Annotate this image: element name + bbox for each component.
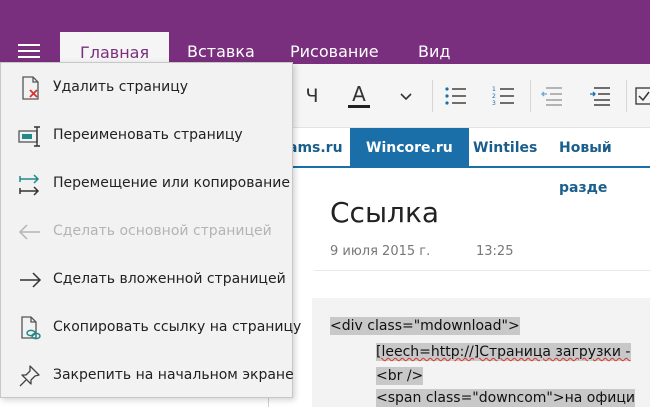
arrow-right-icon <box>17 267 43 293</box>
font-color-dropdown[interactable] <box>394 80 418 112</box>
svg-text:1: 1 <box>492 86 496 93</box>
underline-glyph: Ч <box>305 85 319 107</box>
increase-indent-button[interactable] <box>586 80 614 112</box>
page-title[interactable]: Ссылка <box>330 196 439 229</box>
page-date: 9 июля 2015 г. <box>330 244 431 259</box>
underline-button[interactable]: Ч <box>298 80 326 112</box>
note-line[interactable]: <br /> <box>376 367 424 385</box>
menu-item-pin-start[interactable]: Закрепить на начальном экране <box>1 351 294 399</box>
tab-view[interactable]: Вид <box>418 32 450 64</box>
note-line[interactable]: <div class="mdownload"> <box>330 317 520 335</box>
hamburger-menu-icon[interactable] <box>18 44 40 58</box>
todo-tag-button[interactable] <box>634 80 650 112</box>
chevron-down-icon <box>400 93 412 101</box>
increase-indent-icon <box>590 87 610 106</box>
title-tab-bar: Главная Вставка Рисование Вид <box>0 0 650 64</box>
tab-insert[interactable]: Вставка <box>187 32 255 64</box>
section-tab-active[interactable]: Wincore.ru <box>350 128 469 166</box>
numbered-list-button[interactable]: 1 2 3 <box>490 80 518 112</box>
decrease-indent-icon <box>541 87 562 106</box>
menu-item-label: Скопировать ссылку на страницу <box>53 319 302 335</box>
onenote-window: Главная Вставка Рисование Вид Ч A 1 2 3 … <box>0 0 650 407</box>
note-line[interactable]: <span class="downcom">на офици <box>376 389 636 407</box>
menu-item-label: Сделать вложенной страницей <box>53 271 286 287</box>
checkbox-icon <box>635 87 650 105</box>
pin-icon <box>17 363 43 389</box>
font-color-bar <box>348 105 370 108</box>
menu-item-label: Сделать основной страницей <box>53 223 272 239</box>
note-text-block[interactable]: <div class="mdownload"> [leech=http://]С… <box>312 298 650 407</box>
tab-draw[interactable]: Рисование <box>290 32 379 64</box>
decrease-indent-button[interactable] <box>538 80 566 112</box>
copy-link-icon <box>17 315 43 341</box>
page-context-menu: Удалить страницу Переименовать страницу <box>0 62 301 399</box>
page-time: 13:25 <box>476 244 514 259</box>
menu-item-delete-page[interactable]: Удалить страницу <box>1 63 292 111</box>
bullet-list-icon <box>445 87 466 105</box>
menu-item-demote-page[interactable]: Сделать вложенной страницей <box>1 255 292 303</box>
delete-page-icon <box>17 75 43 101</box>
font-color-button[interactable]: A <box>344 80 374 112</box>
tab-home[interactable]: Главная <box>60 32 170 64</box>
menu-item-copy-link[interactable]: Скопировать ссылку на страницу <box>1 303 301 351</box>
menu-item-label: Закрепить на начальном экране <box>53 367 294 383</box>
menu-item-label: Переименовать страницу <box>53 127 243 143</box>
svg-text:3: 3 <box>492 100 496 107</box>
bullet-list-button[interactable] <box>442 80 470 112</box>
page-divider <box>314 270 650 271</box>
font-color-glyph: A <box>352 82 366 106</box>
menu-item-promote-page: Сделать основной страницей <box>1 207 292 255</box>
note-line[interactable]: [leech=http://]Страница загрузки - <box>376 343 631 361</box>
move-copy-icon <box>17 171 43 197</box>
numbered-list-icon: 1 2 3 <box>492 86 514 107</box>
section-tab[interactable]: Wintiles <box>457 128 553 166</box>
rename-page-icon <box>17 123 43 149</box>
menu-item-label: Перемещение или копирование <box>53 175 290 191</box>
ribbon-separator <box>626 80 627 112</box>
menu-item-move-copy[interactable]: Перемещение или копирование <box>1 159 292 207</box>
page-list-edge <box>268 398 269 407</box>
menu-item-rename-page[interactable]: Переименовать страницу <box>1 111 292 159</box>
ribbon-separator <box>432 80 433 112</box>
svg-text:2: 2 <box>492 93 496 100</box>
section-tab[interactable]: Новый разде <box>543 128 650 196</box>
ribbon-separator <box>530 80 531 112</box>
arrow-left-icon <box>17 219 43 245</box>
menu-item-label: Удалить страницу <box>53 79 189 95</box>
